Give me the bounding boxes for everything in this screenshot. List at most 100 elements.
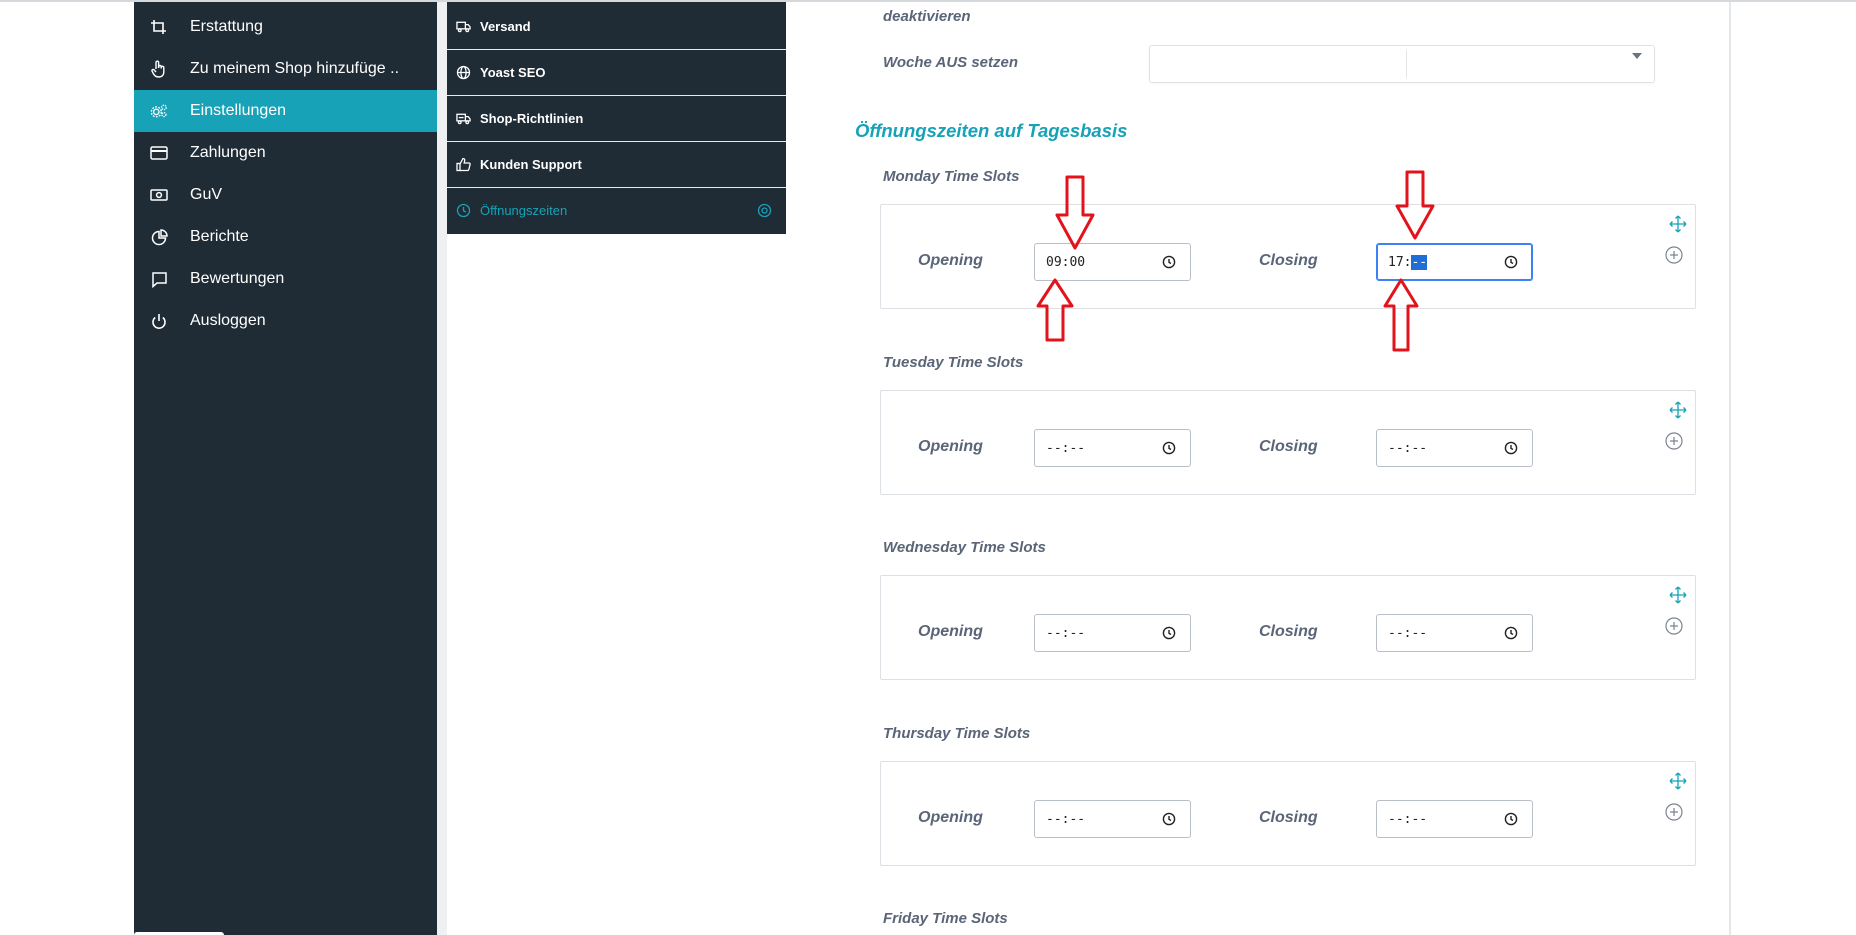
opening-time-input[interactable]: --:-- [1034,429,1191,467]
chevron-down-icon[interactable] [1632,53,1642,59]
deactivate-label: deaktivieren [883,8,971,25]
submenu-item-label: Öffnungszeiten [480,203,568,218]
thumbs-up-icon [456,157,471,171]
sidebar-item-label: Zu meinem Shop hinzufüge .. [190,60,400,77]
opening-label: Opening [918,252,983,269]
crop-icon [150,19,168,35]
column-gap [437,2,447,935]
submenu-item-label: Versand [480,19,531,34]
submenu-item-oeffnungszeiten[interactable]: Öffnungszeiten [447,188,786,233]
power-icon [150,313,168,329]
opening-time-input[interactable]: --:-- [1034,800,1191,838]
day-title-friday: Friday Time Slots [883,910,1008,927]
submenu-item-label: Yoast SEO [480,65,546,80]
sidebar-item-berichte[interactable]: Berichte [134,216,437,258]
day-title-tuesday: Tuesday Time Slots [883,354,1024,371]
hand-pointer-icon [150,60,168,78]
clock-icon[interactable] [1162,812,1176,826]
opening-label: Opening [918,438,983,455]
sidebar-item-erstattung[interactable]: Erstattung [134,6,437,48]
sidebar-item-einstellungen[interactable]: Einstellungen [134,90,437,132]
main-sidebar: Erstattung Zu meinem Shop hinzufüge .. E… [134,2,437,935]
week-off-select[interactable] [1149,45,1655,83]
credit-card-icon [150,145,168,161]
sidebar-item-ausloggen[interactable]: Ausloggen [134,300,437,342]
day-title-monday: Monday Time Slots [883,168,1020,185]
sidebar-item-bewertungen[interactable]: Bewertungen [134,258,437,300]
move-icon[interactable] [1669,586,1687,604]
week-off-label: Woche AUS setzen [883,54,1019,71]
time-slot-wednesday: Opening --:-- Closing --:-- [880,575,1696,680]
day-title-wednesday: Wednesday Time Slots [883,539,1046,556]
move-icon[interactable] [1669,401,1687,419]
closing-label: Closing [1259,252,1318,269]
time-value: --:-- [1046,441,1086,456]
comment-icon [150,271,168,288]
closing-time-input[interactable]: --:-- [1376,800,1533,838]
opening-hours-heading: Öffnungszeiten auf Tagesbasis [855,120,1128,141]
cogs-icon [150,103,168,119]
submenu-item-versand[interactable]: Versand [447,4,786,50]
arrow-down-annotation [1055,175,1095,250]
add-slot-icon[interactable] [1665,246,1683,264]
closing-time-input[interactable]: --:-- [1376,429,1533,467]
opening-label: Opening [918,623,983,640]
add-slot-icon[interactable] [1665,617,1683,635]
clock-icon[interactable] [1162,255,1176,269]
clock-icon[interactable] [1162,626,1176,640]
submenu-item-label: Kunden Support [480,157,582,172]
shipping-icon [456,111,471,125]
clock-icon[interactable] [1504,441,1518,455]
move-icon[interactable] [1669,215,1687,233]
sidebar-item-label: Erstattung [190,18,263,35]
sidebar-item-label: Berichte [190,228,249,245]
closing-time-input[interactable]: --:-- [1376,614,1533,652]
time-value: 17:-- [1388,255,1428,270]
chart-pie-icon [150,228,168,245]
sidebar-item-add-to-shop[interactable]: Zu meinem Shop hinzufüge .. [134,48,437,90]
clock-icon[interactable] [1162,441,1176,455]
submenu-item-yoast-seo[interactable]: Yoast SEO [447,50,786,96]
arrow-up-annotation [1383,278,1419,352]
closing-label: Closing [1259,438,1318,455]
clock-icon [456,203,471,217]
time-value: --:-- [1388,812,1428,827]
time-slot-thursday: Opening --:-- Closing --:-- [880,761,1696,866]
sidebar-item-label: Ausloggen [190,312,266,329]
opening-time-input[interactable]: --:-- [1034,614,1191,652]
content-panel-border [1729,2,1731,935]
time-value: 09:00 [1046,255,1086,270]
select-divider [1406,50,1407,78]
sidebar-item-zahlungen[interactable]: Zahlungen [134,132,437,174]
time-value: --:-- [1046,626,1086,641]
sidebar-item-label: Einstellungen [190,102,287,119]
money-bill-icon [150,187,168,203]
submenu-item-label: Shop-Richtlinien [480,111,584,126]
time-slot-tuesday: Opening --:-- Closing --:-- [880,390,1696,495]
truck-icon [456,19,471,33]
add-slot-icon[interactable] [1665,803,1683,821]
day-title-thursday: Thursday Time Slots [883,725,1031,742]
time-value: --:-- [1388,626,1428,641]
time-hour-segment: 17: [1388,255,1412,270]
submenu-item-kunden-support[interactable]: Kunden Support [447,142,786,188]
time-slot-monday: Opening 09:00 Closing 17:-- [880,204,1696,309]
closing-label: Closing [1259,623,1318,640]
time-minute-segment-selected: -- [1411,255,1428,270]
clock-icon[interactable] [1504,255,1518,269]
closing-label: Closing [1259,809,1318,826]
move-icon[interactable] [1669,772,1687,790]
submenu-item-shop-richtlinien[interactable]: Shop-Richtlinien [447,96,786,142]
time-value: --:-- [1046,812,1086,827]
target-icon [757,203,772,218]
sidebar-item-guv[interactable]: GuV [134,174,437,216]
sidebar-item-label: Zahlungen [190,144,266,161]
clock-icon[interactable] [1504,626,1518,640]
globe-icon [456,65,471,79]
settings-submenu: Versand Yoast SEO Shop-Richtlinien Kunde… [447,2,786,234]
sidebar-item-label: Bewertungen [190,270,285,287]
time-value: --:-- [1388,441,1428,456]
add-slot-icon[interactable] [1665,432,1683,450]
clock-icon[interactable] [1504,812,1518,826]
closing-time-input[interactable]: 17:-- [1376,243,1533,281]
